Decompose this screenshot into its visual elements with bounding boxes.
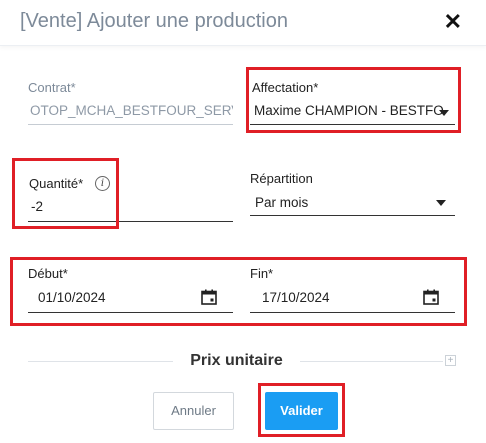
quantite-input[interactable]: -2	[31, 199, 231, 214]
highlight-box-quantite	[12, 158, 119, 229]
debut-underline	[28, 312, 233, 313]
quantite-label: Quantité*	[29, 176, 84, 191]
fin-calendar-icon[interactable]	[423, 289, 439, 305]
debut-label: Début*	[28, 266, 68, 281]
quantite-underline	[28, 221, 233, 222]
repartition-underline	[250, 215, 455, 216]
submit-button[interactable]: Valider	[265, 392, 338, 430]
cancel-button[interactable]: Annuler	[153, 392, 234, 430]
modal-title: [Vente] Ajouter une production	[20, 10, 288, 32]
debut-input[interactable]: 01/10/2024	[38, 290, 188, 305]
modal-header: [Vente] Ajouter une production ✕	[0, 0, 486, 46]
contrat-underline	[28, 124, 233, 125]
repartition-chevron-down-icon[interactable]	[436, 200, 446, 206]
info-icon[interactable]: i	[95, 176, 110, 191]
close-icon[interactable]: ✕	[444, 10, 462, 34]
fin-label: Fin*	[250, 266, 274, 281]
repartition-select[interactable]: Par mois	[255, 195, 425, 210]
fin-underline	[250, 312, 455, 313]
debut-calendar-icon[interactable]	[201, 289, 217, 305]
repartition-label: Répartition	[250, 171, 313, 186]
fin-input[interactable]: 17/10/2024	[262, 290, 412, 305]
affectation-chevron-down-icon[interactable]	[439, 110, 449, 116]
affectation-select[interactable]: Maxime CHAMPION - BESTFOUR	[254, 103, 444, 118]
section-divider-right	[300, 361, 443, 362]
affectation-underline	[250, 124, 455, 125]
expand-plus-icon[interactable]: +	[445, 355, 456, 366]
contrat-field: OTOP_MCHA_BESTFOUR_SERVICES	[30, 103, 233, 118]
affectation-label: Affectation*	[252, 80, 319, 95]
contrat-label: Contrat*	[28, 80, 76, 95]
